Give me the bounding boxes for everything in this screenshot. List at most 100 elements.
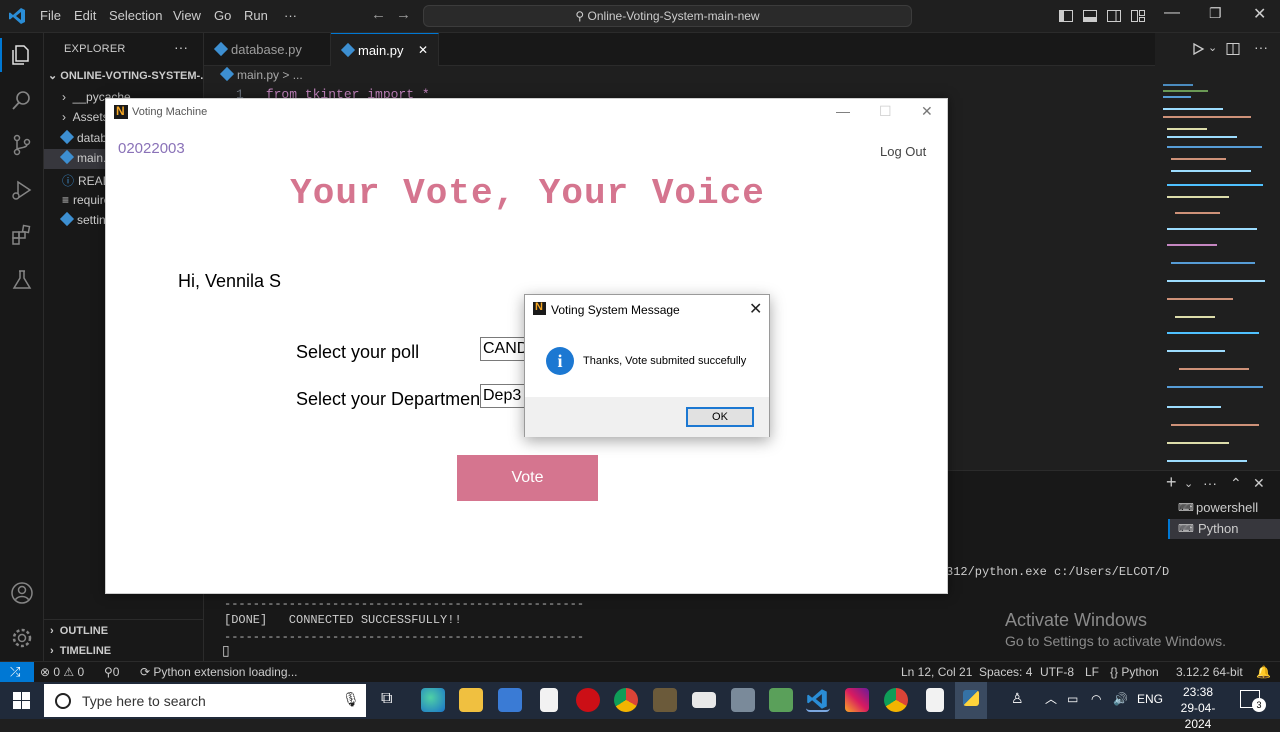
logout-button[interactable]: Log Out [880, 144, 926, 159]
toggle-sidebar-icon[interactable] [1058, 8, 1074, 24]
explorer-files-icon[interactable] [10, 43, 34, 67]
tab-database[interactable]: database.py [204, 33, 331, 66]
run-dropdown-chevron-icon[interactable]: ⌄ [1208, 41, 1217, 54]
menu-more[interactable]: ··· [284, 8, 297, 23]
restore-icon[interactable]: ❐ [1209, 5, 1222, 22]
run-python-file-icon[interactable] [1191, 42, 1205, 56]
split-editor-icon[interactable] [1226, 42, 1240, 56]
ports-count[interactable]: ⚲0 [104, 665, 119, 679]
explorer-header: EXPLORER [64, 43, 126, 55]
tree-item-assets[interactable]: › Assets [62, 110, 109, 124]
mail-icon[interactable] [692, 692, 716, 708]
timeline-label: TIMELINE [59, 645, 112, 657]
panel-more-icon[interactable]: ··· [1203, 475, 1217, 491]
python-extension-status[interactable]: ⟳ Python extension loading... [140, 665, 298, 679]
minimap[interactable] [1155, 66, 1265, 471]
menu-file[interactable]: File [40, 8, 61, 23]
cursor-position[interactable]: Ln 12, Col 21 [901, 665, 972, 679]
accounts-icon[interactable] [10, 581, 34, 605]
close-panel-icon[interactable]: ✕ [1253, 475, 1265, 492]
microphone-icon[interactable]: 🎙 [342, 691, 360, 708]
remote-indicator[interactable]: ⤮ [0, 662, 34, 683]
taskbar-search-box[interactable]: Type here to search 🎙 [44, 684, 366, 717]
tab-close-icon[interactable]: ✕ [418, 34, 428, 67]
close-icon[interactable]: ✕ [749, 299, 762, 319]
problems-count[interactable]: ⊗ 0 ⚠ 0 [40, 665, 84, 679]
editor-more-icon[interactable]: ··· [1254, 39, 1268, 55]
volume-icon[interactable]: 🔊 [1113, 692, 1128, 706]
remote-icon: ⤮ [10, 664, 21, 679]
maximize-panel-chevron-icon[interactable]: ⌃ [1230, 475, 1242, 492]
document-app-icon[interactable] [540, 688, 558, 712]
dialog-message: Thanks, Vote submited succefully [583, 355, 747, 367]
new-terminal-plus-icon[interactable]: + [1166, 472, 1177, 493]
toggle-panel-icon[interactable] [1082, 8, 1098, 24]
end-of-line[interactable]: LF [1085, 665, 1099, 679]
encoding[interactable]: UTF-8 [1040, 665, 1074, 679]
timeline-section[interactable]: › TIMELINE [50, 645, 111, 657]
chrome-browser-icon[interactable] [614, 688, 638, 712]
notepad-icon[interactable] [926, 688, 944, 712]
battery-icon[interactable]: ▭ [1067, 692, 1078, 706]
command-center[interactable]: ⚲ Online-Voting-System-main-new [423, 5, 912, 27]
chrome-profile-icon[interactable] [884, 688, 908, 712]
windows-start-icon[interactable] [13, 692, 30, 709]
vscode-taskbar-icon[interactable] [806, 688, 830, 712]
tab-main[interactable]: main.py ✕ [331, 33, 439, 66]
back-arrow-icon[interactable]: ← [371, 6, 386, 23]
settings-gear-icon[interactable] [10, 626, 34, 650]
task-view-icon[interactable]: ⧉ [381, 690, 392, 708]
people-icon[interactable]: ♙ [1011, 690, 1024, 707]
language-mode[interactable]: {} Python [1110, 665, 1159, 679]
menu-view[interactable]: View [173, 8, 201, 23]
explorer-more-button[interactable]: ··· [174, 39, 188, 55]
run-debug-icon[interactable] [10, 178, 34, 202]
source-control-icon[interactable] [10, 133, 34, 157]
menu-run[interactable]: Run [244, 8, 268, 23]
system-clock[interactable]: 23:38 29-04-2024 [1168, 684, 1228, 732]
terminal-cursor[interactable]: ▯ [222, 643, 230, 660]
instagram-icon[interactable] [845, 688, 869, 712]
menu-go[interactable]: Go [214, 8, 231, 23]
vote-button[interactable]: Vote [457, 455, 598, 501]
indentation[interactable]: Spaces: 4 [979, 665, 1032, 679]
terminal-dropdown-chevron-icon[interactable]: ⌄ [1184, 477, 1193, 490]
microsoft-store-icon[interactable] [498, 688, 522, 712]
file-explorer-icon[interactable] [459, 688, 483, 712]
extensions-icon[interactable] [10, 223, 34, 247]
toggle-secondary-sidebar-icon[interactable] [1106, 8, 1122, 24]
app-icon[interactable] [731, 688, 755, 712]
notification-center-icon[interactable]: 3 [1240, 690, 1266, 712]
app-icon[interactable] [653, 688, 677, 712]
edge-browser-icon[interactable] [421, 688, 445, 712]
breadcrumb[interactable]: main.py > ... [219, 66, 303, 82]
minimize-icon[interactable]: — [1164, 4, 1180, 22]
close-icon[interactable]: ✕ [921, 103, 933, 120]
terminal-session-powershell[interactable]: ⌨ powershell [1168, 498, 1280, 518]
ok-button[interactable]: OK [686, 407, 754, 427]
menu-selection[interactable]: Selection [109, 8, 162, 23]
language-label: Python [1121, 665, 1159, 679]
search-icon[interactable] [10, 88, 34, 112]
close-window-icon[interactable]: ✕ [1253, 4, 1266, 24]
notifications-bell-icon[interactable]: 🔔 [1256, 665, 1271, 679]
forward-arrow-icon[interactable]: → [396, 6, 411, 23]
project-folder[interactable]: ⌄ ONLINE-VOTING-SYSTEM-... [48, 69, 209, 82]
testing-flask-icon[interactable] [10, 268, 34, 292]
wifi-icon[interactable]: ◠ [1091, 692, 1101, 706]
python-interpreter[interactable]: 3.12.2 64-bit [1176, 665, 1243, 679]
terminal-session-python[interactable]: ⌨ Python [1168, 519, 1280, 539]
python-file-icon [340, 42, 356, 58]
minimize-icon[interactable]: — [836, 103, 850, 119]
info-icon: i [546, 347, 574, 375]
language-indicator[interactable]: ENG [1137, 692, 1163, 706]
menu-edit[interactable]: Edit [74, 8, 96, 23]
app-icon[interactable] [769, 688, 793, 712]
settings-file-icon [59, 211, 75, 227]
maximize-icon[interactable]: ☐ [879, 103, 892, 120]
python-window-icon[interactable] [955, 682, 987, 719]
chevron-up-icon[interactable]: ︿ [1045, 690, 1057, 707]
outline-section[interactable]: › OUTLINE [50, 625, 108, 637]
customize-layout-icon[interactable] [1130, 8, 1146, 24]
opera-browser-icon[interactable] [576, 688, 600, 712]
